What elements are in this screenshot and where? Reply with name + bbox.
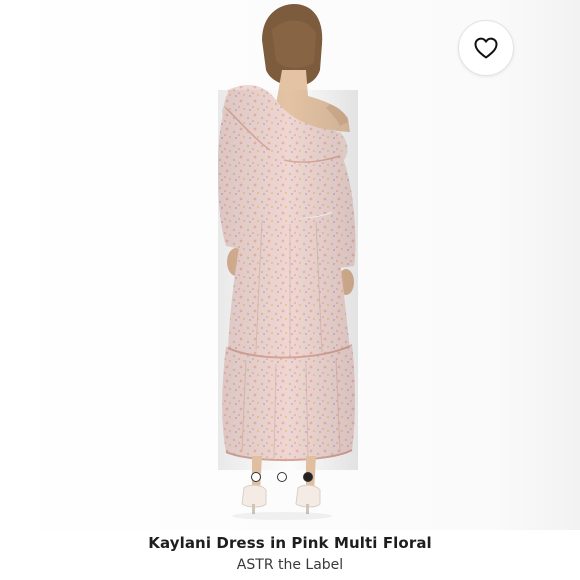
carousel-dot-3[interactable] bbox=[303, 472, 313, 482]
carousel-indicators bbox=[251, 472, 313, 482]
carousel-dot-2[interactable] bbox=[277, 472, 287, 482]
carousel-dot-1[interactable] bbox=[251, 472, 261, 482]
favorite-button[interactable] bbox=[458, 20, 514, 76]
product-listing-card: Kaylani Dress in Pink Multi Floral ASTR … bbox=[0, 0, 580, 580]
product-photo[interactable] bbox=[0, 0, 580, 530]
product-title[interactable]: Kaylani Dress in Pink Multi Floral bbox=[0, 534, 580, 552]
product-brand[interactable]: ASTR the Label bbox=[0, 557, 580, 573]
model-wearing-dress-illustration bbox=[218, 4, 358, 520]
heart-outline-icon bbox=[474, 37, 498, 59]
